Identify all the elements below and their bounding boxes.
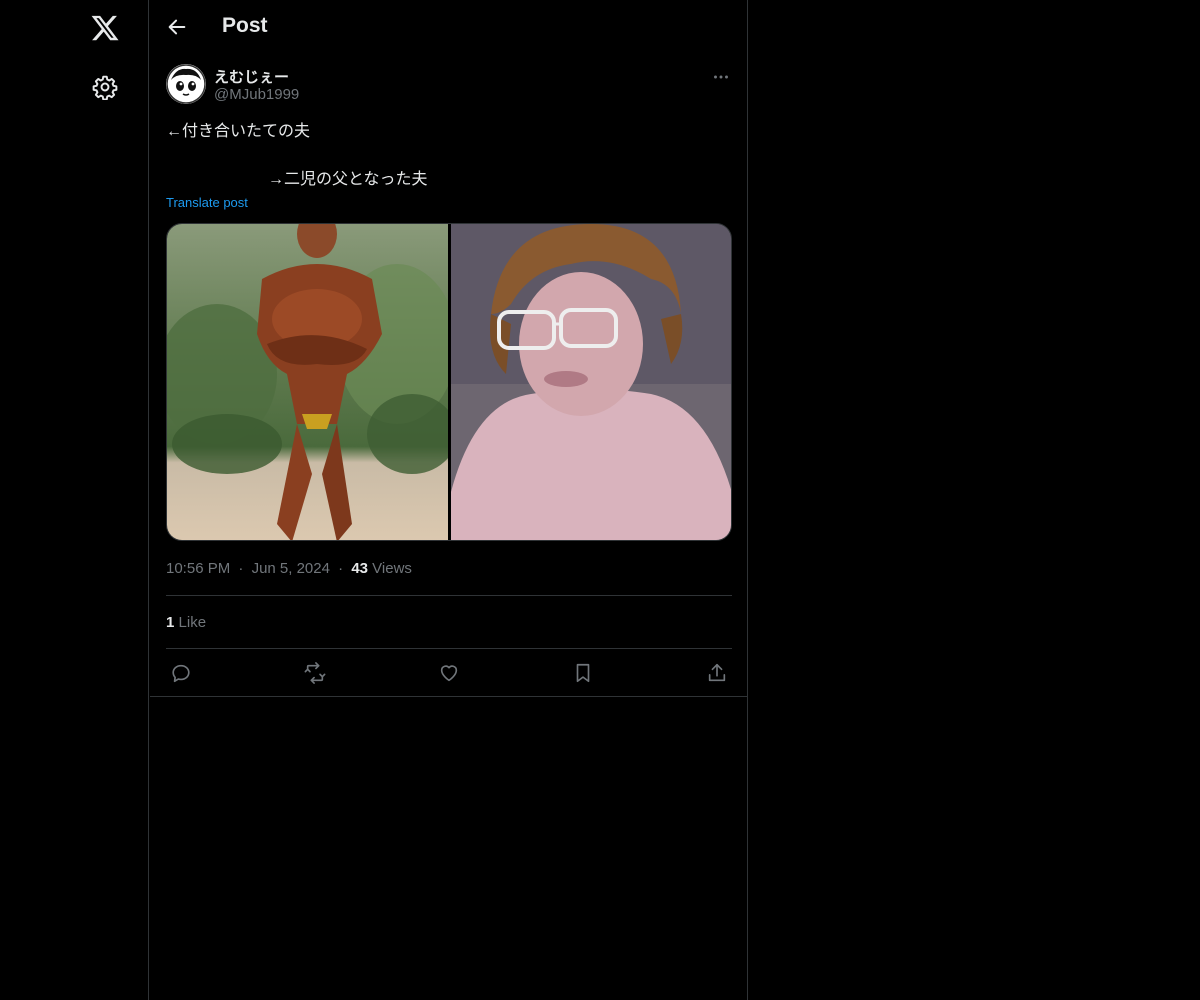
arrow-left-icon[interactable] [166, 16, 188, 38]
repost-icon[interactable] [304, 662, 326, 684]
action-bar [166, 662, 732, 684]
post-text-line-1: ←付き合いたての夫 [166, 123, 311, 140]
share-icon[interactable] [706, 662, 728, 684]
views-count: 43 [351, 560, 368, 577]
divider [166, 648, 732, 649]
meta-separator: · [238, 560, 244, 577]
post-bottom-border [150, 696, 748, 697]
translate-post-link[interactable]: Translate post [166, 195, 248, 210]
left-navigation-rail [0, 0, 149, 1000]
media-image-right[interactable] [451, 224, 731, 540]
post-text-line-2: →二児の父となった夫 [268, 171, 428, 188]
post-time[interactable]: 10:56 PM [166, 560, 230, 577]
gear-icon[interactable] [92, 74, 118, 100]
post-meta: 10:56 PM · Jun 5, 2024 · 43 Views [166, 560, 412, 577]
reply-icon[interactable] [170, 662, 192, 684]
heart-icon[interactable] [438, 662, 460, 684]
page-title: Post [222, 14, 268, 37]
likes-count: 1 [166, 614, 175, 631]
meta-separator: · [338, 560, 344, 577]
likes-stat[interactable]: 1 Like [166, 614, 206, 631]
bookmark-icon[interactable] [572, 662, 594, 684]
views-label: Views [372, 560, 412, 577]
author-name[interactable]: えむじぇー [214, 66, 289, 87]
post-media [166, 223, 732, 541]
more-horizontal-icon[interactable] [710, 66, 732, 88]
avatar[interactable] [166, 64, 206, 104]
author-handle[interactable]: @MJub1999 [214, 86, 299, 103]
page-header: Post [150, 0, 748, 54]
likes-label: Like [178, 614, 207, 631]
divider [166, 595, 732, 596]
post-date[interactable]: Jun 5, 2024 [252, 560, 330, 577]
media-image-left[interactable] [167, 224, 448, 540]
x-logo-icon[interactable] [90, 13, 120, 43]
main-column: Post えむじぇー @MJub1999 ←付き合いたての夫 →二児の父となった… [150, 0, 748, 1000]
